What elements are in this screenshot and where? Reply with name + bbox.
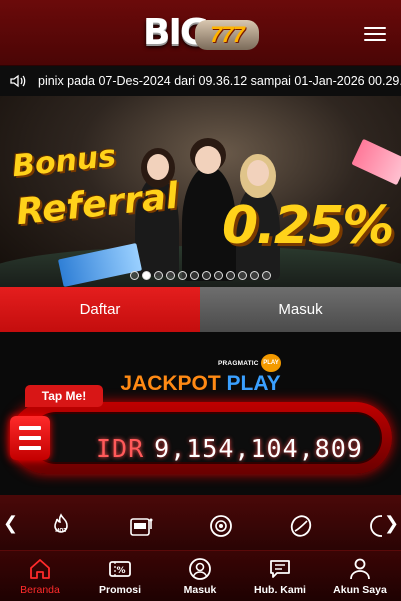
jackpot-amount: IDR 9,154,104,809: [96, 434, 363, 463]
jackpot-counter[interactable]: IDR 9,154,104,809: [10, 402, 392, 474]
banner-headline-line1: Bonus: [10, 138, 118, 185]
carousel-dot[interactable]: [250, 271, 259, 280]
hamburger-menu-icon[interactable]: [364, 27, 386, 41]
carousel-dot[interactable]: [190, 271, 199, 280]
jackpot-number: 9,154,104,809: [154, 434, 363, 463]
nav-label: Akun Saya: [333, 584, 387, 596]
user-icon: [350, 558, 370, 580]
promo-banner[interactable]: Bonus Referral 0.25%: [0, 96, 401, 287]
carousel-dot[interactable]: [166, 271, 175, 280]
jackpot-display: IDR 9,154,104,809: [30, 412, 382, 464]
carousel-dot[interactable]: [178, 271, 187, 280]
hot-icon[interactable]: HOT: [48, 513, 74, 539]
svg-text:HOT: HOT: [55, 528, 67, 534]
speaker-icon: [10, 74, 26, 88]
slot-machine-icon[interactable]: [128, 513, 154, 539]
nav-akun-saya[interactable]: Akun Saya: [320, 551, 400, 601]
nav-label: Hub. Kami: [254, 584, 306, 596]
svg-text:%: %: [116, 566, 125, 576]
register-button[interactable]: Daftar: [0, 287, 200, 332]
banner-percent: 0.25%: [222, 196, 394, 256]
page: BIG 777 pinix pada 07-Des-2024 dari 09.3…: [0, 0, 401, 601]
carousel-dot[interactable]: [130, 271, 139, 280]
carousel-dot[interactable]: [238, 271, 247, 280]
nav-label: Beranda: [20, 584, 60, 596]
promo-ticket-icon: %: [109, 561, 131, 577]
jackpot-title-right: PLAY: [226, 372, 281, 395]
announcement-bar: pinix pada 07-Des-2024 dari 09.36.12 sam…: [0, 66, 401, 96]
banknote-shape: [351, 138, 401, 186]
nav-promosi[interactable]: % Promosi: [80, 551, 160, 601]
carousel-dot[interactable]: [262, 271, 271, 280]
nav-label: Promosi: [98, 584, 141, 596]
logo-sevens: 777: [195, 20, 259, 50]
provider-logo: PRAGMATIC PLAY: [218, 346, 288, 372]
jackpot-title-left: JACKPOT: [120, 372, 221, 395]
carousel-dot[interactable]: [214, 271, 223, 280]
jackpot-menu-icon[interactable]: [10, 416, 50, 460]
bottom-navigation: Beranda % Promosi Masuk Hub. Kami Akun S…: [0, 550, 401, 601]
home-icon: [30, 559, 50, 579]
chevron-left-icon[interactable]: ❮: [3, 513, 18, 533]
sports-ball-icon[interactable]: [288, 513, 314, 539]
carousel-dot[interactable]: [226, 271, 235, 280]
carousel-dot[interactable]: [202, 271, 211, 280]
jackpot-section: PRAGMATIC PLAY JACKPOT PLAY IDR 9,154,104…: [0, 332, 401, 495]
site-logo[interactable]: BIG 777: [143, 12, 259, 56]
provider-name: PRAGMATIC: [218, 360, 259, 367]
user-circle-icon: [189, 558, 211, 580]
jackpot-currency: IDR: [96, 434, 145, 463]
partial-icon[interactable]: [368, 513, 382, 539]
nav-hub-kami[interactable]: Hub. Kami: [240, 551, 320, 601]
announcement-text: pinix pada 07-Des-2024 dari 09.36.12 sam…: [38, 74, 401, 88]
nav-masuk[interactable]: Masuk: [160, 551, 240, 601]
carousel-dot[interactable]: [154, 271, 163, 280]
game-category-strip: ❮ HOT ❯: [0, 495, 401, 550]
casino-chip-icon[interactable]: [208, 513, 234, 539]
login-button[interactable]: Masuk: [200, 287, 401, 332]
nav-label: Masuk: [183, 584, 217, 596]
tap-me-badge[interactable]: Tap Me!: [25, 385, 103, 407]
chat-icon: [270, 560, 290, 578]
header: BIG 777: [0, 0, 401, 66]
carousel-dot[interactable]: [142, 271, 151, 280]
nav-beranda[interactable]: Beranda: [0, 551, 80, 601]
auth-buttons: Daftar Masuk: [0, 287, 401, 332]
provider-badge: PLAY: [261, 354, 281, 372]
carousel-dots: [130, 271, 271, 281]
chevron-right-icon[interactable]: ❯: [384, 513, 399, 533]
